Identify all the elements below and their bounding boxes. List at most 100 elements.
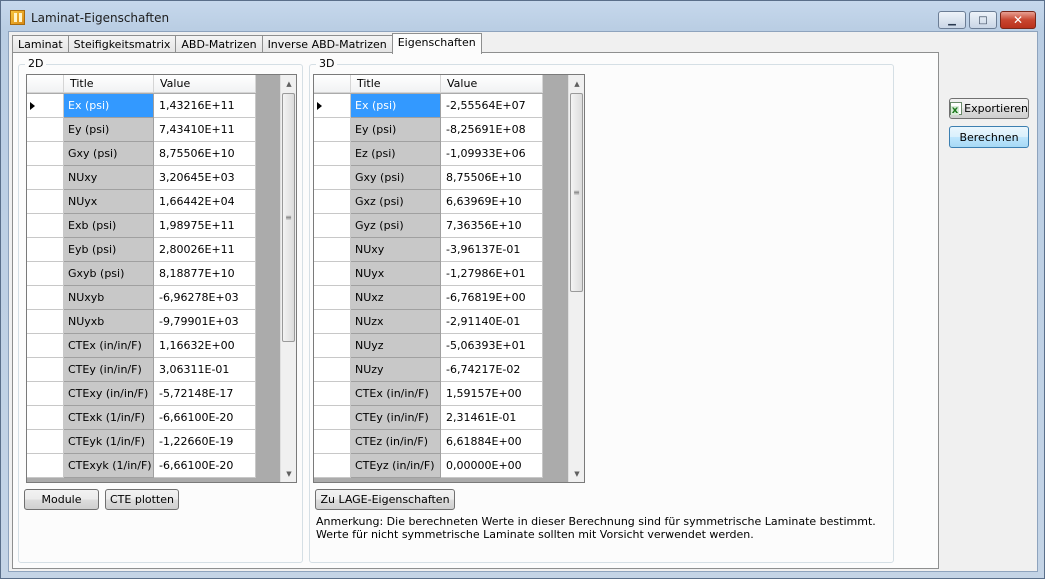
- cell-value[interactable]: 6,61884E+00: [441, 430, 543, 454]
- module-button[interactable]: Module: [24, 489, 99, 510]
- row-header[interactable]: [314, 190, 351, 214]
- cell-value[interactable]: -1,09933E+06: [441, 142, 543, 166]
- cell-title[interactable]: Gxy (psi): [64, 142, 154, 166]
- table-row[interactable]: NUyz -5,06393E+01: [314, 334, 543, 358]
- cell-title[interactable]: Ex (psi): [351, 94, 441, 118]
- cell-title[interactable]: NUyx: [64, 190, 154, 214]
- cell-value[interactable]: 1,59157E+00: [441, 382, 543, 406]
- export-button[interactable]: Exportieren: [949, 98, 1029, 119]
- grid-3d[interactable]: Title Value Ex (psi) -2,55564E+07 Ey (psi)…: [313, 74, 585, 483]
- grid-3d-scroll-thumb[interactable]: ≡: [570, 93, 583, 292]
- cell-value[interactable]: 1,98975E+11: [154, 214, 256, 238]
- table-row[interactable]: NUzy -6,74217E-02: [314, 358, 543, 382]
- table-row[interactable]: Ey (psi) 7,43410E+11: [27, 118, 256, 142]
- cell-value[interactable]: -3,96137E-01: [441, 238, 543, 262]
- cell-value[interactable]: -6,96278E+03: [154, 286, 256, 310]
- row-header[interactable]: [27, 310, 64, 334]
- cell-title[interactable]: CTEy (in/in/F): [351, 406, 441, 430]
- row-header[interactable]: [27, 214, 64, 238]
- cell-value[interactable]: -5,06393E+01: [441, 334, 543, 358]
- table-row[interactable]: Gxy (psi) 8,75506E+10: [27, 142, 256, 166]
- cell-title[interactable]: NUzx: [351, 310, 441, 334]
- cell-value[interactable]: 3,06311E-01: [154, 358, 256, 382]
- row-header[interactable]: [27, 358, 64, 382]
- row-header[interactable]: [314, 334, 351, 358]
- cell-title[interactable]: Ey (psi): [351, 118, 441, 142]
- table-row[interactable]: CTEyk (1/in/F) -1,22660E-19: [27, 430, 256, 454]
- cell-value[interactable]: 1,66442E+04: [154, 190, 256, 214]
- cte-plot-button[interactable]: CTE plotten: [105, 489, 179, 510]
- cell-title[interactable]: CTEy (in/in/F): [64, 358, 154, 382]
- cell-title[interactable]: CTEyk (1/in/F): [64, 430, 154, 454]
- table-row[interactable]: CTExy (in/in/F) -5,72148E-17: [27, 382, 256, 406]
- cell-title[interactable]: Exb (psi): [64, 214, 154, 238]
- grid-2d-scrollbar[interactable]: ▲ ≡ ▼: [280, 75, 296, 482]
- row-header[interactable]: [27, 382, 64, 406]
- table-row[interactable]: NUxy -3,96137E-01: [314, 238, 543, 262]
- row-header[interactable]: [27, 454, 64, 478]
- cell-value[interactable]: 1,16632E+00: [154, 334, 256, 358]
- cell-title[interactable]: Eyb (psi): [64, 238, 154, 262]
- cell-title[interactable]: Gxyb (psi): [64, 262, 154, 286]
- cell-title[interactable]: Gxy (psi): [351, 166, 441, 190]
- cell-title[interactable]: NUyx: [351, 262, 441, 286]
- table-row[interactable]: Ez (psi) -1,09933E+06: [314, 142, 543, 166]
- row-header[interactable]: [314, 358, 351, 382]
- table-row[interactable]: Exb (psi) 1,98975E+11: [27, 214, 256, 238]
- row-header[interactable]: [314, 286, 351, 310]
- grid-2d-col-value[interactable]: Value: [154, 75, 256, 93]
- table-row[interactable]: Gxz (psi) 6,63969E+10: [314, 190, 543, 214]
- cell-value[interactable]: 7,43410E+11: [154, 118, 256, 142]
- maximize-button[interactable]: □: [969, 11, 997, 29]
- cell-title[interactable]: NUxz: [351, 286, 441, 310]
- cell-title[interactable]: NUxy: [351, 238, 441, 262]
- cell-title[interactable]: Gyz (psi): [351, 214, 441, 238]
- calculate-button[interactable]: Berechnen: [949, 126, 1029, 148]
- cell-value[interactable]: 7,36356E+10: [441, 214, 543, 238]
- row-header[interactable]: [27, 142, 64, 166]
- row-header[interactable]: [314, 142, 351, 166]
- table-row[interactable]: NUxz -6,76819E+00: [314, 286, 543, 310]
- row-header[interactable]: [314, 238, 351, 262]
- cell-value[interactable]: 1,43216E+11: [154, 94, 256, 118]
- close-button[interactable]: ✕: [1000, 11, 1036, 29]
- table-row[interactable]: CTEz (in/in/F) 6,61884E+00: [314, 430, 543, 454]
- cell-title[interactable]: NUyz: [351, 334, 441, 358]
- grid-2d[interactable]: Title Value Ex (psi) 1,43216E+11 Ey (psi) 7…: [26, 74, 297, 483]
- row-header[interactable]: [314, 310, 351, 334]
- cell-value[interactable]: -6,76819E+00: [441, 286, 543, 310]
- cell-value[interactable]: -5,72148E-17: [154, 382, 256, 406]
- cell-value[interactable]: -6,74217E-02: [441, 358, 543, 382]
- table-row[interactable]: Gxyb (psi) 8,18877E+10: [27, 262, 256, 286]
- table-row[interactable]: CTEyz (in/in/F) 0,00000E+00: [314, 454, 543, 478]
- cell-value[interactable]: 2,80026E+11: [154, 238, 256, 262]
- cell-title[interactable]: CTEyz (in/in/F): [351, 454, 441, 478]
- cell-value[interactable]: 8,75506E+10: [441, 166, 543, 190]
- table-row[interactable]: Gxy (psi) 8,75506E+10: [314, 166, 543, 190]
- cell-value[interactable]: 3,20645E+03: [154, 166, 256, 190]
- cell-value[interactable]: 6,63969E+10: [441, 190, 543, 214]
- cell-title[interactable]: CTExk (1/in/F): [64, 406, 154, 430]
- cell-title[interactable]: Ez (psi): [351, 142, 441, 166]
- row-header[interactable]: [27, 334, 64, 358]
- cell-value[interactable]: -9,79901E+03: [154, 310, 256, 334]
- grid-2d-scroll-thumb[interactable]: ≡: [282, 93, 295, 342]
- cell-value[interactable]: -8,25691E+08: [441, 118, 543, 142]
- minimize-button[interactable]: ▁: [938, 11, 966, 29]
- cell-title[interactable]: CTEx (in/in/F): [351, 382, 441, 406]
- title-bar[interactable]: Laminat-Eigenschaften ▁ □ ✕: [1, 1, 1044, 31]
- row-header[interactable]: [314, 454, 351, 478]
- grid-3d-col-value[interactable]: Value: [441, 75, 543, 93]
- row-header[interactable]: [314, 118, 351, 142]
- row-header[interactable]: [27, 430, 64, 454]
- table-row[interactable]: Eyb (psi) 2,80026E+11: [27, 238, 256, 262]
- row-header[interactable]: [27, 286, 64, 310]
- cell-title[interactable]: NUyxb: [64, 310, 154, 334]
- table-row[interactable]: Gyz (psi) 7,36356E+10: [314, 214, 543, 238]
- lage-properties-button[interactable]: Zu LAGE-Eigenschaften: [315, 489, 455, 510]
- cell-value[interactable]: -1,27986E+01: [441, 262, 543, 286]
- table-row[interactable]: NUyx -1,27986E+01: [314, 262, 543, 286]
- scroll-up-arrow-icon[interactable]: ▲: [569, 75, 584, 92]
- row-header[interactable]: [314, 430, 351, 454]
- cell-title[interactable]: Gxz (psi): [351, 190, 441, 214]
